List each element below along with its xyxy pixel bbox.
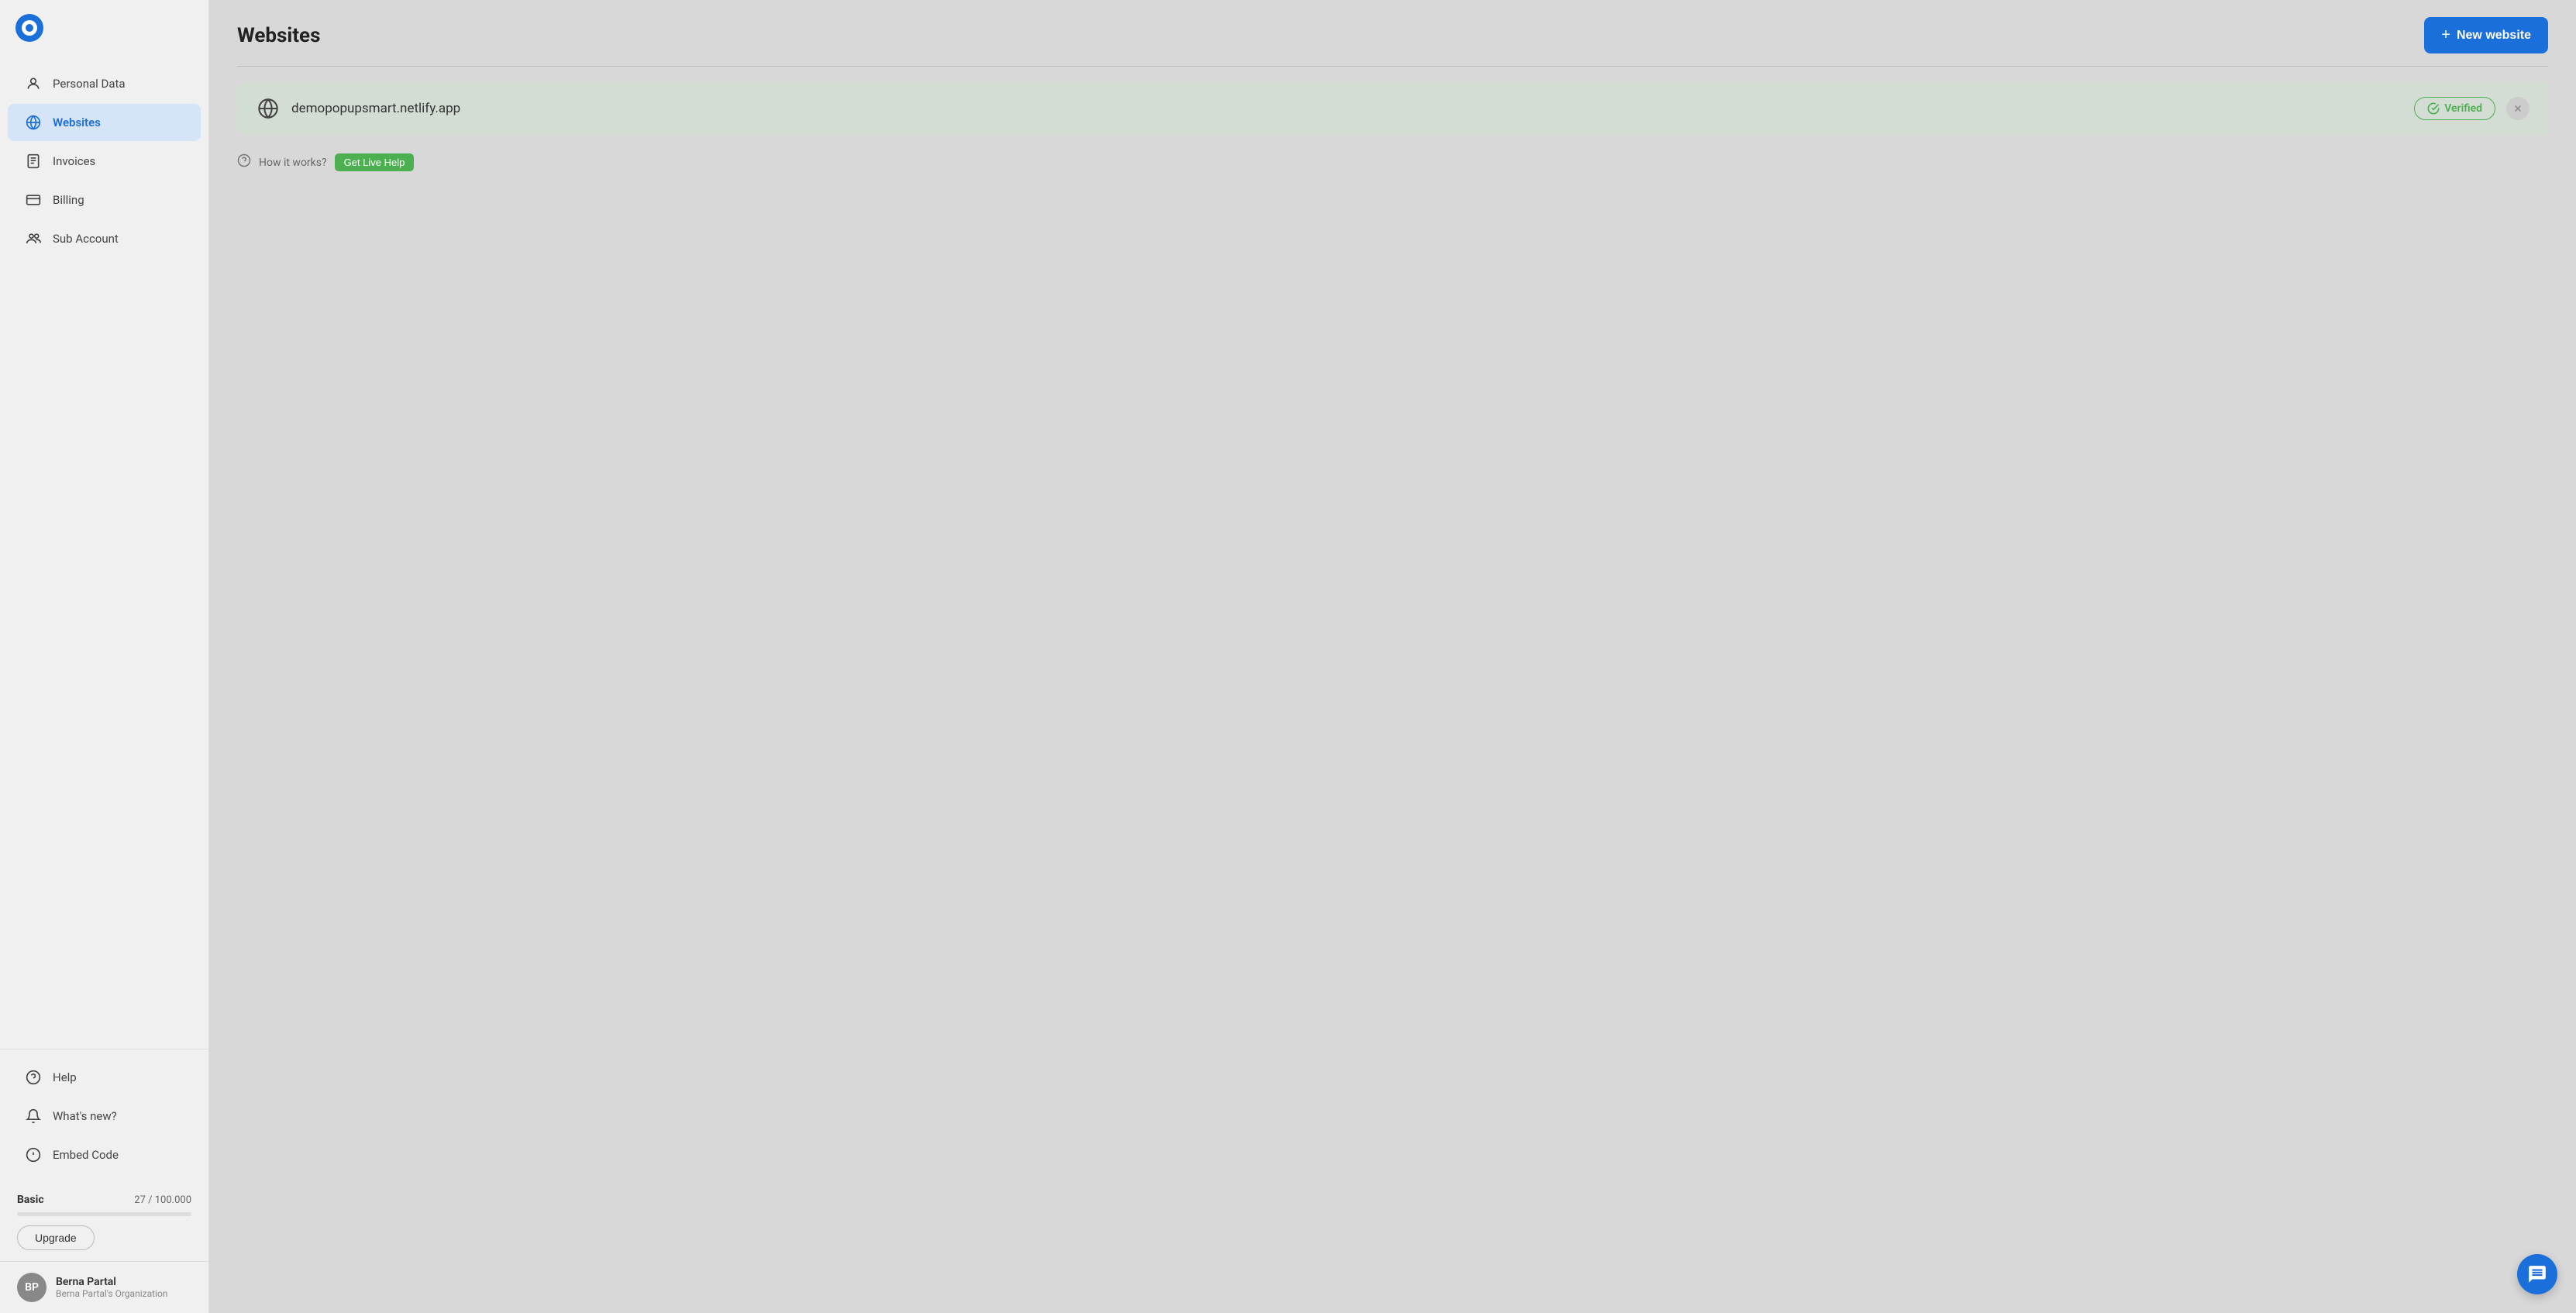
sidebar-item-sub-account[interactable]: Sub Account xyxy=(8,220,201,257)
sidebar-item-label: Embed Code xyxy=(53,1148,119,1162)
globe-icon xyxy=(25,114,42,131)
code-icon xyxy=(25,1146,42,1163)
card-icon xyxy=(25,191,42,208)
websites-list: demopopupsmart.netlify.app Verified xyxy=(209,82,2576,174)
website-row: demopopupsmart.netlify.app Verified xyxy=(237,82,2548,135)
sidebar-item-websites[interactable]: Websites xyxy=(8,104,201,141)
person-icon xyxy=(25,75,42,92)
sidebar-item-whats-new[interactable]: What's new? xyxy=(8,1098,201,1135)
sidebar-item-label: Invoices xyxy=(53,154,95,168)
how-it-works-text: How it works? xyxy=(259,157,327,169)
verified-label: Verified xyxy=(2444,102,2482,115)
header-divider xyxy=(237,66,2548,67)
chat-button[interactable] xyxy=(2517,1254,2557,1294)
sidebar-item-personal-data[interactable]: Personal Data xyxy=(8,65,201,102)
remove-website-button[interactable] xyxy=(2506,97,2530,120)
plan-progress-bar xyxy=(17,1212,191,1216)
sidebar-item-label: Help xyxy=(53,1070,77,1084)
plan-name: Basic xyxy=(17,1194,44,1206)
app-logo xyxy=(15,14,43,42)
sidebar-item-invoices[interactable]: Invoices xyxy=(8,143,201,180)
plan-section: Basic 27 / 100.000 Upgrade xyxy=(0,1183,208,1261)
sidebar-item-label: What's new? xyxy=(53,1109,117,1123)
new-website-button[interactable]: + New website xyxy=(2424,17,2548,53)
receipt-icon xyxy=(25,153,42,170)
live-help-button[interactable]: Get Live Help xyxy=(335,153,415,171)
how-it-works-row: How it works? Get Live Help xyxy=(237,150,2548,174)
question-icon xyxy=(237,153,251,171)
sidebar-item-billing[interactable]: Billing xyxy=(8,181,201,219)
logo-area xyxy=(0,0,208,56)
sidebar-item-label: Billing xyxy=(53,193,84,207)
sidebar-item-help[interactable]: Help xyxy=(8,1059,201,1096)
help-circle-icon xyxy=(25,1069,42,1086)
sidebar-item-label: Websites xyxy=(53,115,101,129)
plan-usage: 27 / 100.000 xyxy=(134,1194,191,1206)
sidebar-item-embed-code[interactable]: Embed Code xyxy=(8,1136,201,1173)
avatar: BP xyxy=(17,1273,46,1302)
main-content-area: Websites + New website demopopupsmart.ne… xyxy=(209,0,2576,1313)
main-nav: Personal Data Websites Inv xyxy=(0,56,208,1049)
people-icon xyxy=(25,230,42,247)
main-header: Websites + New website xyxy=(209,0,2576,66)
sidebar: Personal Data Websites Inv xyxy=(0,0,209,1313)
user-org: Berna Partal's Organization xyxy=(56,1288,167,1299)
plus-icon: + xyxy=(2441,26,2450,44)
bell-icon xyxy=(25,1108,42,1125)
sidebar-bottom: Help What's new? Embed Code xyxy=(0,1049,208,1183)
user-profile: BP Berna Partal Berna Partal's Organizat… xyxy=(0,1261,208,1313)
page-title: Websites xyxy=(237,24,320,47)
sidebar-item-label: Sub Account xyxy=(53,232,119,246)
upgrade-button[interactable]: Upgrade xyxy=(17,1225,95,1250)
website-globe-icon xyxy=(256,96,281,121)
user-name: Berna Partal xyxy=(56,1276,167,1288)
verified-badge: Verified xyxy=(2414,97,2495,120)
website-url: demopopupsmart.netlify.app xyxy=(291,101,460,116)
sidebar-item-label: Personal Data xyxy=(53,77,126,91)
